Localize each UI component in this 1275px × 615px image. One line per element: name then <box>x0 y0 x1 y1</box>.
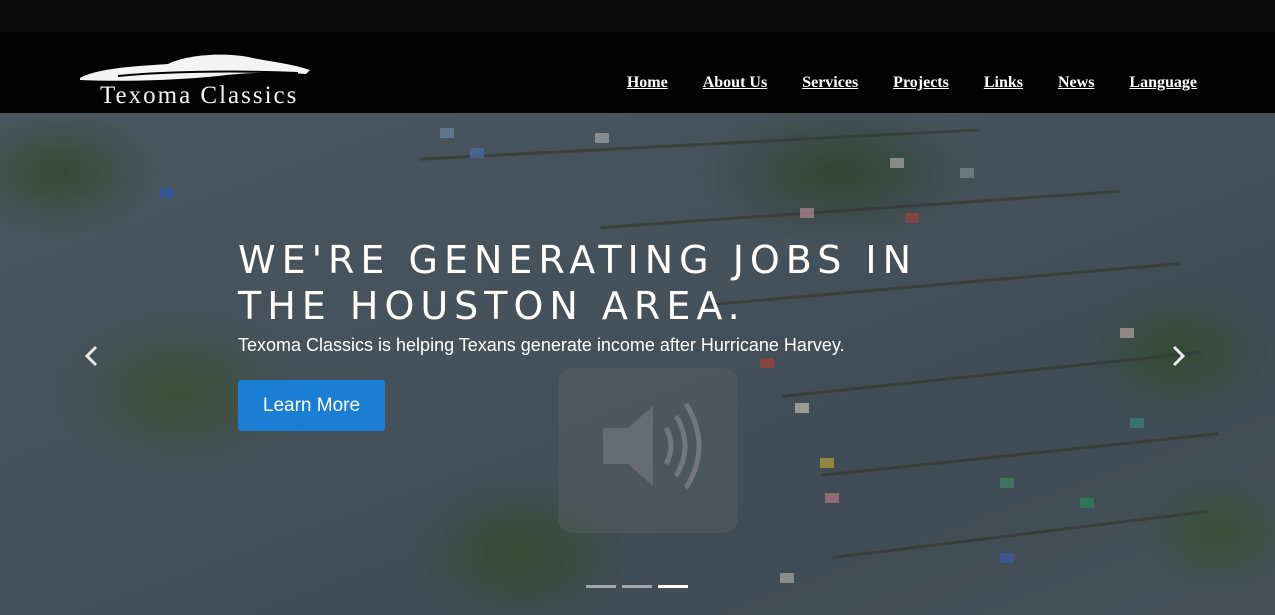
speaker-icon <box>558 368 738 533</box>
nav-language[interactable]: Language <box>1129 74 1197 92</box>
carousel-prev-button[interactable] <box>76 345 106 373</box>
learn-more-button[interactable]: Learn More <box>238 380 385 431</box>
hero-headline: We're generating jobs in the Houston are… <box>238 238 918 328</box>
nav-news[interactable]: News <box>1058 74 1094 92</box>
nav-projects[interactable]: Projects <box>893 74 949 92</box>
carousel-indicators <box>586 585 688 588</box>
hero-carousel <box>0 113 1275 615</box>
hero-overlay <box>0 113 1275 615</box>
main-nav: Home About Us Services Projects Links Ne… <box>627 74 1197 92</box>
nav-about-us[interactable]: About Us <box>703 74 767 92</box>
navbar: Texoma Classics Home About Us Services P… <box>0 32 1275 113</box>
top-strip <box>0 0 1275 32</box>
brand-name: Texoma Classics <box>100 82 299 109</box>
carousel-indicator[interactable] <box>622 585 652 588</box>
nav-links[interactable]: Links <box>984 74 1023 92</box>
carousel-indicator-active[interactable] <box>658 585 688 588</box>
carousel-next-button[interactable] <box>1164 345 1194 373</box>
nav-home[interactable]: Home <box>627 74 668 92</box>
chevron-right-icon <box>1172 345 1186 367</box>
nav-services[interactable]: Services <box>802 74 858 92</box>
chevron-left-icon <box>84 345 98 367</box>
hero-subtext: Texoma Classics is helping Texans genera… <box>238 335 845 355</box>
carousel-indicator[interactable] <box>586 585 616 588</box>
